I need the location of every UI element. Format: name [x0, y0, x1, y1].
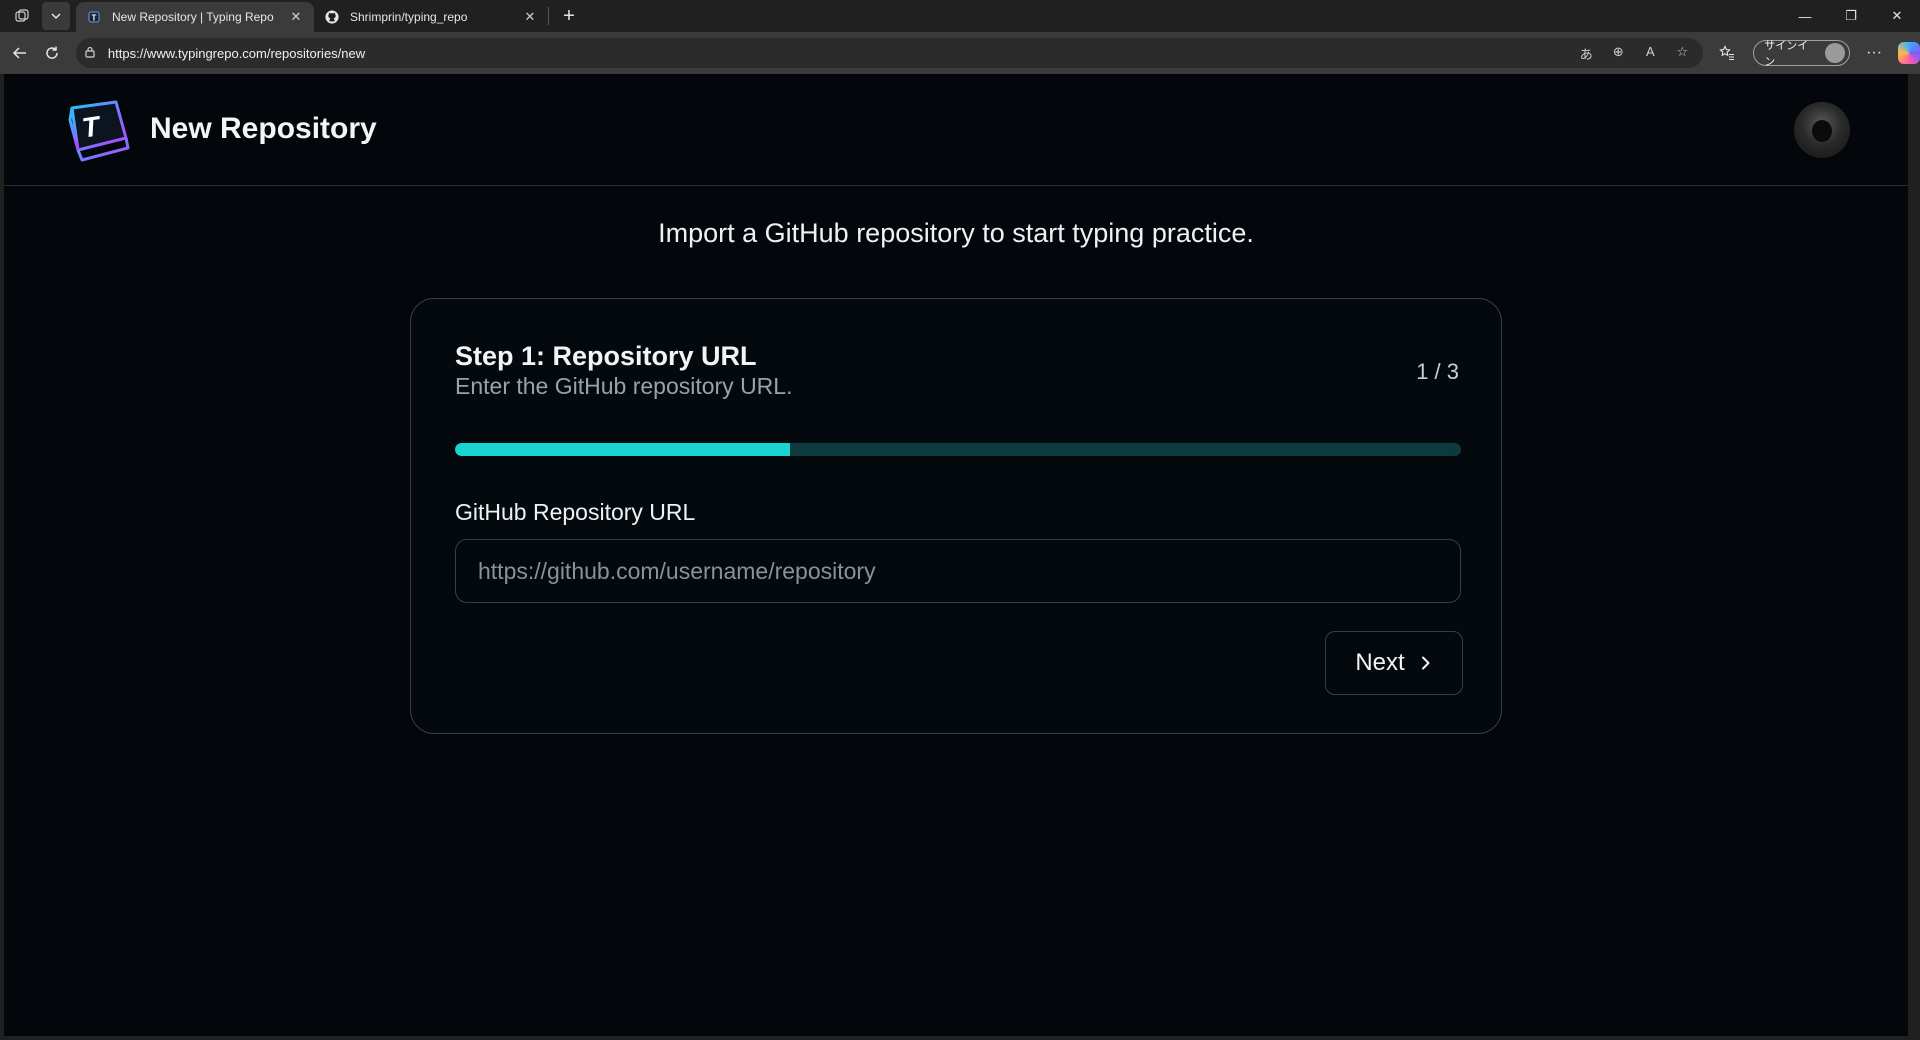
next-button-label: Next [1355, 649, 1405, 676]
address-bar[interactable]: https://www.typingrepo.com/repositories/… [75, 38, 1704, 68]
next-button[interactable]: Next [1325, 631, 1463, 695]
signin-button[interactable]: サインイン [1753, 40, 1851, 68]
back-icon[interactable] [4, 37, 36, 69]
tab-title: New Repository | Typing Repo [112, 10, 274, 24]
tab-new-repository[interactable]: T New Repository | Typing Repo ✕ [76, 2, 314, 32]
progress-fill [455, 443, 790, 456]
close-icon[interactable]: ✕ [288, 9, 304, 25]
tab-title: Shrimprin/typing_repo [350, 10, 468, 24]
lock-icon[interactable] [84, 46, 104, 61]
workspaces-icon[interactable] [8, 2, 36, 30]
address-url[interactable]: https://www.typingrepo.com/repositories/… [108, 46, 1573, 61]
step-subtitle: Enter the GitHub repository URL. [455, 373, 793, 399]
import-wizard-card: Step 1: Repository URL Enter the GitHub … [410, 298, 1502, 734]
restore-icon[interactable]: ❐ [1828, 0, 1874, 32]
repository-url-input[interactable] [455, 539, 1461, 603]
page-scrollbar[interactable] [1908, 74, 1920, 1036]
browser-tabstrip: T New Repository | Typing Repo ✕ Shrimpr… [0, 0, 1920, 32]
app-logo[interactable]: T [58, 98, 132, 164]
refresh-icon[interactable] [36, 37, 68, 69]
favorite-star-icon[interactable]: ☆ [1669, 44, 1695, 63]
intro-text: Import a GitHub repository to start typi… [658, 218, 1254, 248]
copilot-icon[interactable] [1898, 42, 1920, 64]
step-counter: 1 / 3 [1416, 359, 1459, 384]
window-controls: — ❐ ✕ [1782, 0, 1920, 32]
close-icon[interactable]: ✕ [522, 9, 538, 25]
step-title: Step 1: Repository URL [455, 341, 757, 371]
browser-toolbar: https://www.typingrepo.com/repositories/… [0, 32, 1920, 74]
favorites-icon[interactable] [1711, 37, 1743, 69]
tab-list-icon[interactable] [42, 2, 70, 30]
page-viewport: T New Repository Import a GitHub reposit… [4, 74, 1908, 1036]
tab-separator [548, 7, 549, 25]
read-aloud-icon[interactable]: A [1637, 44, 1663, 63]
close-window-icon[interactable]: ✕ [1874, 0, 1920, 32]
app-header: T New Repository [4, 74, 1908, 186]
github-icon [324, 9, 340, 25]
signin-label: サインイン [1764, 40, 1809, 68]
zoom-icon[interactable]: ⊕ [1605, 44, 1631, 63]
new-tab-icon[interactable]: + [555, 2, 583, 30]
user-avatar[interactable] [1794, 102, 1850, 158]
page-title: New Repository [150, 112, 377, 145]
typing-repo-favicon: T [86, 9, 102, 25]
profile-avatar-icon [1825, 43, 1846, 63]
repository-url-label: GitHub Repository URL [455, 499, 696, 525]
tab-github-repo[interactable]: Shrimprin/typing_repo ✕ [314, 2, 548, 32]
more-icon[interactable]: ··· [1860, 44, 1888, 62]
progress-bar [455, 443, 1461, 456]
translate-icon[interactable]: あ [1573, 44, 1599, 63]
minimize-icon[interactable]: — [1782, 0, 1828, 32]
svg-text:T: T [92, 14, 97, 23]
chevron-right-icon [1421, 656, 1430, 670]
